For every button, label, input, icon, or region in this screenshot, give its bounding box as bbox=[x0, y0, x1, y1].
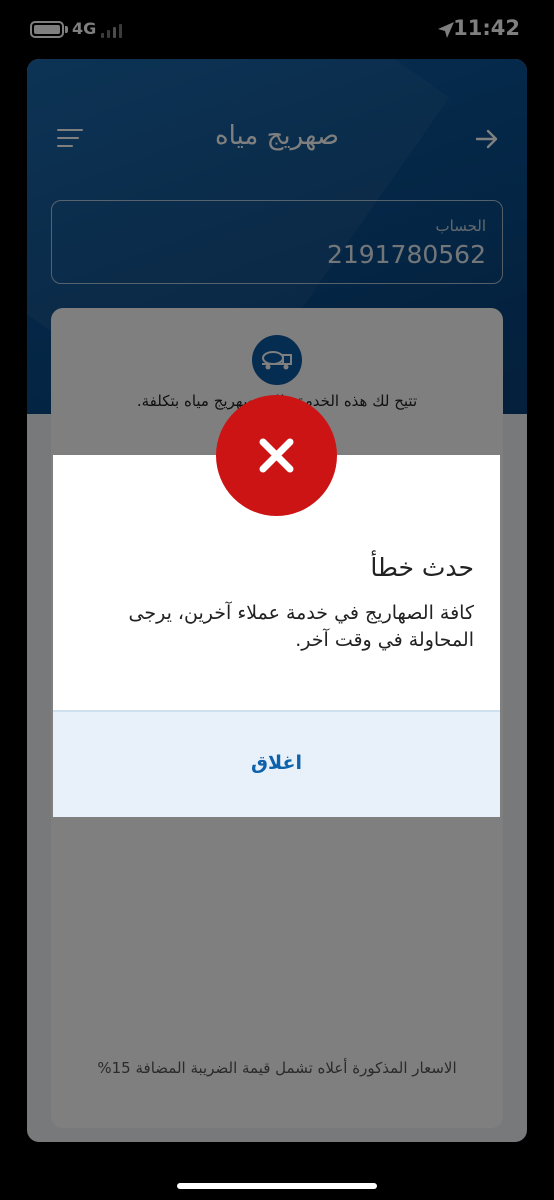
home-indicator[interactable] bbox=[177, 1183, 377, 1189]
dialog-message: كافة الصهاريج في خدمة عملاء آخرين، يرجى … bbox=[128, 602, 475, 651]
dialog-title: حدث خطأ bbox=[370, 553, 474, 582]
close-button-label: اغلاق bbox=[251, 752, 302, 774]
close-button[interactable]: اغلاق bbox=[53, 712, 500, 817]
error-icon bbox=[216, 395, 337, 516]
